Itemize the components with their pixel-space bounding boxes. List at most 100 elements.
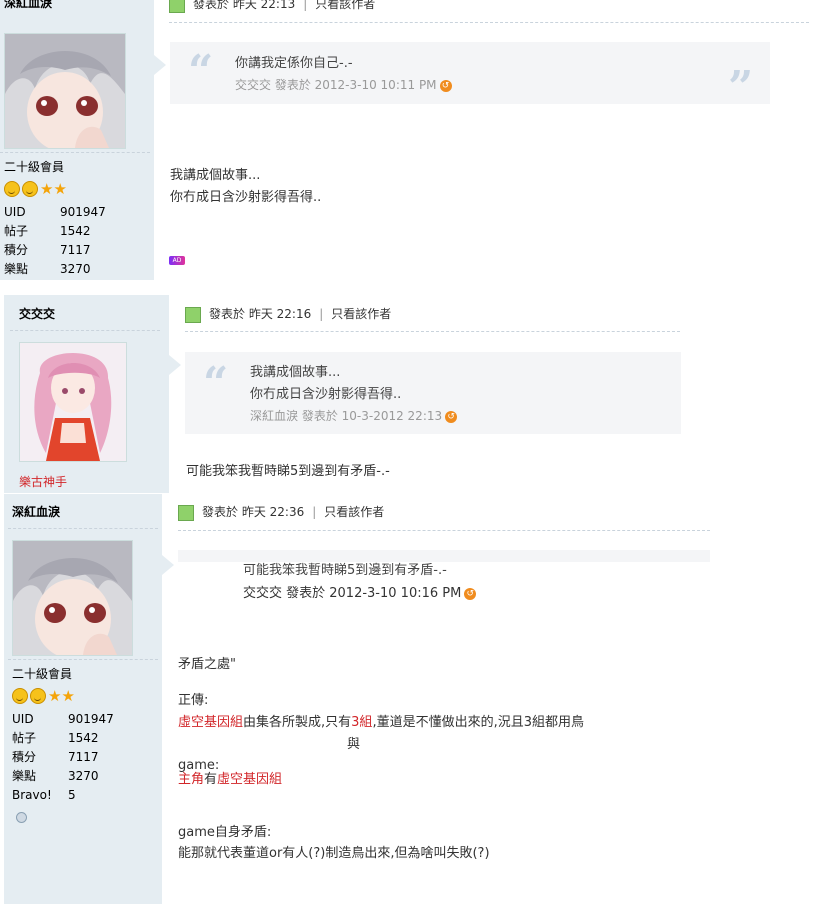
post3-avatar[interactable] <box>12 540 133 656</box>
stat-key: UID <box>12 712 34 726</box>
stat-value[interactable]: 901947 <box>60 205 106 219</box>
stat-key: Bravo! <box>12 788 52 802</box>
post1-body-line2: 你冇成日含沙射影得吾得.. <box>170 190 322 205</box>
goto-post-icon[interactable]: ↺ <box>439 79 452 92</box>
sun-icon <box>12 688 28 704</box>
post3-self-label: game自身矛盾: <box>178 825 272 840</box>
text-span: ,董道是不懂做出來的,況且3組都用鳥 <box>372 715 584 730</box>
post1-header: 發表於 昨天 22:13 | 只看該作者 <box>169 0 375 13</box>
stat-row: 樂點 3270 <box>12 767 114 786</box>
star-icon: ★ <box>40 180 54 198</box>
stat-key: UID <box>4 205 26 219</box>
post1-avatar[interactable] <box>4 33 126 149</box>
user-icon <box>178 504 194 521</box>
post3-game-line: 主角有虛空基因組 <box>178 770 282 790</box>
post3-and-word: 與 <box>347 737 361 752</box>
ad-badge[interactable]: AD <box>169 256 185 265</box>
stat-value[interactable]: 3270 <box>60 262 91 276</box>
post3-header-divider <box>178 530 710 531</box>
post2-quote: “ 我講成個故事... 你冇成日含沙射影得吾得.. 深紅血淚 發表於 10-3-… <box>185 352 681 434</box>
post3-only-author-link[interactable]: 只看該作者 <box>324 505 384 519</box>
post2-header-divider <box>185 331 680 332</box>
post2-only-author-link[interactable]: 只看該作者 <box>331 307 391 321</box>
post1-stats: UID 901947 帖子 1542 積分 7117 樂點 3270 <box>4 203 106 279</box>
post3-self-text: 能那就代表董道or有人(?)制造鳥出來,但為啥叫失敗(?) <box>178 846 490 861</box>
post2-quote-line2: 你冇成日含沙射影得吾得.. <box>250 387 402 402</box>
goto-post-icon[interactable]: ↺ <box>464 587 477 600</box>
open-quote-icon: “ <box>188 46 214 97</box>
stat-value[interactable]: 7117 <box>60 243 91 257</box>
post3-sidebar-divider <box>8 659 158 660</box>
stat-row: 帖子 1542 <box>12 729 114 748</box>
post1-header-divider <box>169 22 809 23</box>
keyword-link[interactable]: 3組 <box>351 715 372 730</box>
stat-row: UID 901947 <box>4 203 106 222</box>
stat-key: 積分 <box>4 243 29 257</box>
star-icon: ★ <box>61 687 75 705</box>
sun-icon <box>30 688 46 704</box>
post3-sidebar-pointer <box>162 555 174 575</box>
user-icon <box>185 306 201 323</box>
keyword-link[interactable]: 虛空基因組 <box>217 772 282 787</box>
post1-posted-time: 發表於 昨天 22:13 <box>193 0 296 11</box>
post1-rank[interactable]: 二十級會員 <box>4 158 64 175</box>
post1-sidebar-divider <box>0 152 150 153</box>
post2-quote-meta: 深紅血淚 發表於 10-3-2012 22:13 ↺ <box>250 407 458 424</box>
keyword-link[interactable]: 虛空基因組 <box>178 715 243 730</box>
post2-avatar[interactable] <box>19 342 127 462</box>
post2-username[interactable]: 交交交 <box>19 305 55 322</box>
post2-body-line1: 可能我笨我暫時睇5到邊到有矛盾-.- <box>186 464 390 479</box>
post3-canon-label: 正傳: <box>178 693 209 708</box>
post3-rank-stars: ★★ <box>12 688 75 704</box>
stat-row: 樂點 3270 <box>4 260 106 279</box>
post3-header: 發表於 昨天 22:36 | 只看該作者 <box>178 503 384 521</box>
open-quote-icon: “ <box>203 358 229 409</box>
sun-icon <box>4 181 20 197</box>
post1-username[interactable]: 深紅血淚 <box>4 0 52 11</box>
post3-username[interactable]: 深紅血淚 <box>12 503 60 520</box>
star-icon: ★ <box>53 180 67 198</box>
keyword-link[interactable]: 主角 <box>178 772 204 787</box>
stat-value[interactable]: 5 <box>68 788 76 802</box>
post1-body-line1: 我講成個故事... <box>170 168 261 183</box>
post3-quote-meta-text: 交交交 發表於 2012-3-10 10:16 PM <box>243 586 462 601</box>
stat-row: Bravo! 5 <box>12 786 114 805</box>
post2-quote-line1: 我講成個故事... <box>250 365 341 380</box>
stat-value[interactable]: 1542 <box>60 224 91 238</box>
post1-quote-meta-text: 交交交 發表於 2012-3-10 10:11 PM <box>235 78 437 92</box>
sun-icon <box>22 181 38 197</box>
post3-stats: UID 901947 帖子 1542 積分 7117 樂點 3270 Bravo! 5 <box>12 710 114 805</box>
close-quote-icon: ” <box>728 62 754 113</box>
stat-row: 帖子 1542 <box>4 222 106 241</box>
post3-posted-time: 發表於 昨天 22:36 <box>202 505 305 519</box>
post2-posted-time: 發表於 昨天 22:16 <box>209 307 312 321</box>
post2-sidebar-pointer <box>169 355 181 375</box>
post3-quote-meta: 交交交 發表於 2012-3-10 10:16 PM ↺ <box>243 582 477 601</box>
post2-quote-meta-text: 深紅血淚 發表於 10-3-2012 22:13 <box>250 409 443 423</box>
text-span: 由集各所製成,只有 <box>243 715 352 730</box>
stat-value[interactable]: 3270 <box>68 769 99 783</box>
post1-only-author-link[interactable]: 只看該作者 <box>315 0 375 11</box>
post2-header: 發表於 昨天 22:16 | 只看該作者 <box>185 305 391 323</box>
stat-key: 積分 <box>12 750 37 764</box>
stat-row: UID 901947 <box>12 710 114 729</box>
stat-row: 積分 7117 <box>4 241 106 260</box>
post2-group[interactable]: 樂古神手 <box>19 473 67 490</box>
goto-post-icon[interactable]: ↺ <box>445 410 458 423</box>
bravo-medal-icon[interactable] <box>16 812 27 823</box>
stat-value[interactable]: 901947 <box>68 712 114 726</box>
stat-key: 帖子 <box>4 224 29 238</box>
text-span: 有 <box>204 772 218 787</box>
post1-sidebar-pointer <box>154 55 166 75</box>
post1-quote-line1: 你講我定係你自己-.- <box>235 56 353 71</box>
user-icon <box>169 0 185 13</box>
stat-key: 帖子 <box>12 731 37 745</box>
stat-key: 樂點 <box>12 769 37 783</box>
post3-quote-line1: 可能我笨我暫時睇5到邊到有矛盾-.- <box>243 563 447 578</box>
stat-value[interactable]: 7117 <box>68 750 99 764</box>
stat-key: 樂點 <box>4 262 29 276</box>
post3-rank[interactable]: 二十級會員 <box>12 665 72 682</box>
post1-rank-stars: ★★ <box>4 181 67 197</box>
stat-value[interactable]: 1542 <box>68 731 99 745</box>
post3-sidebar-divider-top <box>8 528 158 529</box>
